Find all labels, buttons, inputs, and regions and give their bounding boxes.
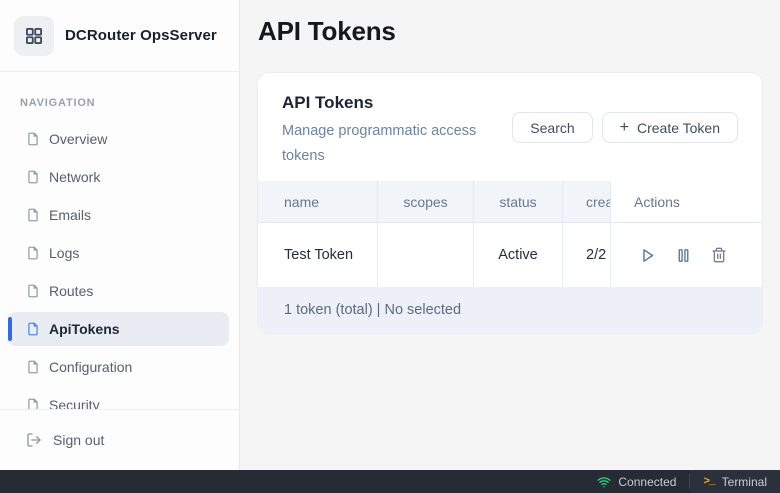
sidebar-item-apitokens[interactable]: ApiTokens <box>8 312 229 346</box>
trash-icon[interactable] <box>709 245 729 265</box>
active-indicator-bar <box>8 317 12 341</box>
grid-icon <box>24 26 44 46</box>
sidebar-footer: Sign out <box>0 409 239 470</box>
create-token-button[interactable]: + Create Token <box>602 112 738 143</box>
connection-status: Connected <box>584 470 689 493</box>
plus-icon: + <box>620 120 629 136</box>
file-icon <box>26 284 40 298</box>
sidebar-item-label: Network <box>49 169 100 185</box>
sidebar-item-security[interactable]: Security <box>8 388 229 409</box>
search-button[interactable]: Search <box>512 112 592 143</box>
table-header-row: name scopes status crea Actions <box>258 181 762 223</box>
sidebar-item-network[interactable]: Network <box>8 160 229 194</box>
file-icon <box>26 322 40 336</box>
api-tokens-card: API Tokens Manage programmatic access to… <box>257 72 763 334</box>
file-icon <box>26 360 40 374</box>
terminal-label: Terminal <box>722 475 767 489</box>
column-header-status: status <box>474 181 563 223</box>
search-button-label: Search <box>530 120 574 136</box>
card-header-actions: Search + Create Token <box>512 112 738 143</box>
sidebar-nav: Overview Network Emails Logs Routes <box>0 122 239 409</box>
column-header-created: crea <box>563 181 611 223</box>
card-header: API Tokens Manage programmatic access to… <box>258 73 762 181</box>
terminal-icon: >_ <box>703 476 714 488</box>
sign-out-label: Sign out <box>53 432 104 448</box>
create-token-label: Create Token <box>637 120 720 136</box>
table-summary: 1 token (total) | No selected <box>284 302 461 318</box>
column-header-name: name <box>258 181 378 223</box>
page-title: API Tokens <box>258 16 780 47</box>
sidebar-item-overview[interactable]: Overview <box>8 122 229 156</box>
sidebar-item-label: Logs <box>49 245 79 261</box>
file-icon <box>26 246 40 260</box>
app-logo <box>14 16 54 56</box>
sidebar-item-label: ApiTokens <box>49 321 120 337</box>
app-title: DCRouter OpsServer <box>65 27 217 44</box>
connection-status-label: Connected <box>618 475 676 489</box>
status-bar: Connected >_ Terminal <box>0 470 780 493</box>
cell-token-created: 2/2 <box>563 223 611 287</box>
play-icon[interactable] <box>637 245 657 265</box>
cell-token-scopes <box>378 223 474 287</box>
cell-token-actions <box>610 223 762 287</box>
card-subtitle: Manage programmatic access tokens <box>282 119 494 169</box>
nav-section-label: NAVIGATION <box>20 97 239 109</box>
sidebar-item-label: Security <box>49 397 100 409</box>
table-row: Test Token Active 2/2 <box>258 223 762 287</box>
sidebar: DCRouter OpsServer NAVIGATION Overview N… <box>0 0 240 470</box>
column-header-actions: Actions <box>610 181 762 223</box>
logout-icon <box>26 432 42 448</box>
cell-token-name: Test Token <box>258 223 378 287</box>
wifi-icon <box>597 475 611 489</box>
card-header-text: API Tokens Manage programmatic access to… <box>282 93 494 169</box>
sidebar-item-emails[interactable]: Emails <box>8 198 229 232</box>
table-footer: 1 token (total) | No selected <box>258 287 762 333</box>
file-icon <box>26 170 40 184</box>
file-icon <box>26 208 40 222</box>
file-icon <box>26 132 40 146</box>
sidebar-item-label: Configuration <box>49 359 132 375</box>
sidebar-item-configuration[interactable]: Configuration <box>8 350 229 384</box>
sidebar-item-label: Emails <box>49 207 91 223</box>
main-content: API Tokens API Tokens Manage programmati… <box>240 0 780 470</box>
column-header-scopes: scopes <box>378 181 474 223</box>
terminal-button[interactable]: >_ Terminal <box>690 470 780 493</box>
sign-out-button[interactable]: Sign out <box>0 432 239 448</box>
sidebar-item-label: Routes <box>49 283 93 299</box>
sidebar-item-label: Overview <box>49 131 107 147</box>
sidebar-item-logs[interactable]: Logs <box>8 236 229 270</box>
cell-token-status: Active <box>474 223 563 287</box>
sidebar-item-routes[interactable]: Routes <box>8 274 229 308</box>
sidebar-header: DCRouter OpsServer <box>0 0 239 72</box>
file-icon <box>26 398 40 409</box>
card-title: API Tokens <box>282 93 494 113</box>
pause-icon[interactable] <box>673 245 693 265</box>
